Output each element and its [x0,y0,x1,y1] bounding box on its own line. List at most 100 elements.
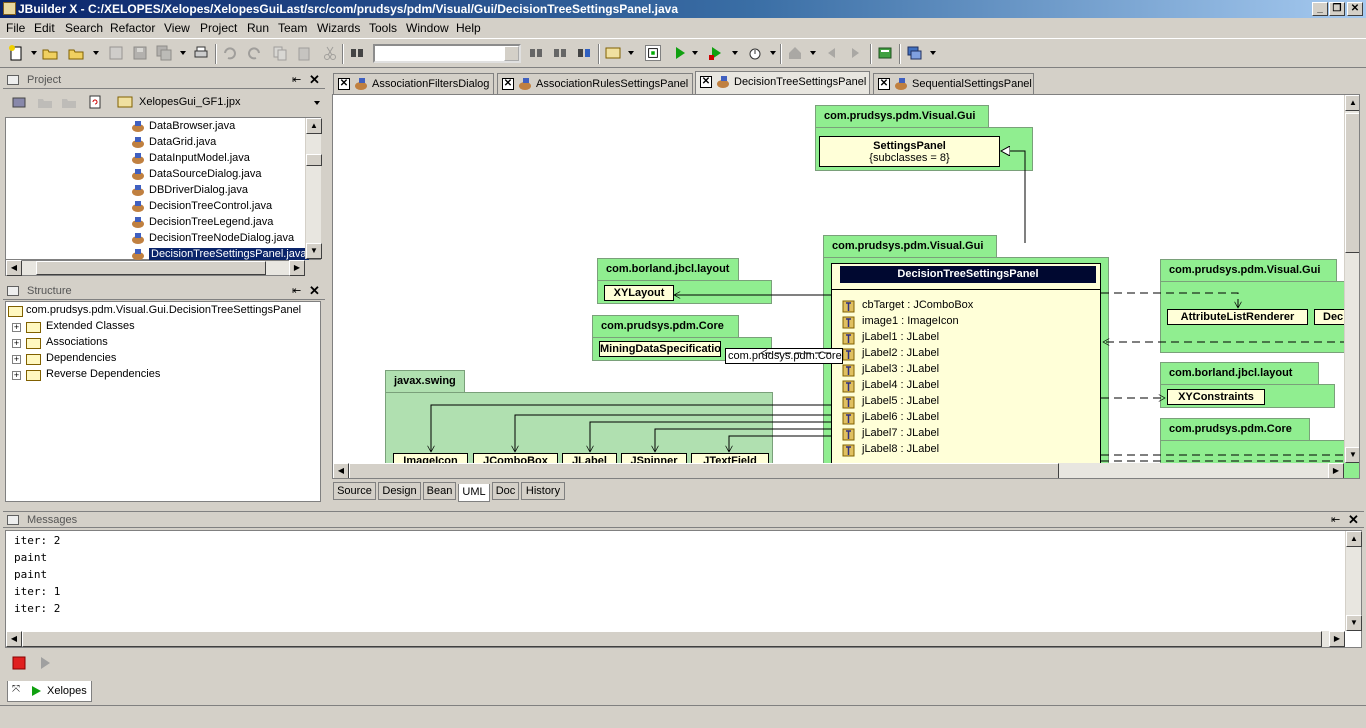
scroll-thumb[interactable] [306,154,322,166]
add-files-icon[interactable] [11,94,27,110]
tab-doc[interactable]: Doc [492,482,519,500]
scroll-down-icon[interactable]: ▼ [1346,615,1362,631]
close-tab-icon[interactable]: ✕ [700,76,712,88]
back-arrow-icon[interactable] [823,45,839,61]
uml-package-swing[interactable]: javax.swing [385,370,465,392]
hscroll-thumb[interactable] [36,261,266,275]
uml-canvas[interactable]: com.prudsys.pdm.Visual.Gui SettingsPanel… [332,94,1360,479]
stop-icon[interactable] [12,656,26,670]
uml-package-gui-main[interactable]: com.prudsys.pdm.Visual.Gui [823,235,997,257]
uml-package-layout-right[interactable]: com.borland.jbcl.layout [1160,362,1319,384]
uml-class-attribute-list-renderer[interactable]: AttributeListRenderer [1167,309,1308,325]
remove-files-icon[interactable] [37,94,53,110]
scroll-left-icon[interactable]: ◀ [6,631,22,647]
run-icon[interactable] [672,45,688,61]
redo-icon[interactable] [246,45,262,61]
find-icon[interactable] [349,45,365,61]
browse-symbol-icon[interactable] [576,45,592,61]
messages-hscrollbar[interactable]: ◀ ▶ [6,631,1345,647]
refresh-icon[interactable] [87,94,103,110]
uml-vscrollbar[interactable]: ▲ ▼ [1344,95,1359,463]
optimize-icon[interactable] [747,45,763,61]
print-icon[interactable] [193,45,209,61]
design-view-icon[interactable] [645,45,661,61]
uml-class-mining-data-specification[interactable]: MiningDataSpecification [599,341,721,357]
close-window-button[interactable]: ✕ [1347,2,1363,16]
copy-icon[interactable] [272,45,288,61]
pin-icon[interactable]: ⇤ [1331,513,1340,526]
cut-icon[interactable] [322,45,338,61]
close-project-icon[interactable] [61,94,77,110]
uml-class-xyconstraints[interactable]: XYConstraints [1167,389,1265,405]
close-tab-icon[interactable]: ✕ [338,78,350,90]
uml-class-settings-panel[interactable]: SettingsPanel {subclasses = 8} [819,136,1000,167]
uml-hscrollbar[interactable]: ◀ ▶ [333,463,1344,478]
open-folder-icon[interactable] [42,45,58,61]
debug-icon[interactable] [708,45,724,61]
menu-search[interactable]: Search [65,21,103,35]
chevron-down-icon[interactable] [504,46,519,61]
menu-view[interactable]: View [164,21,190,35]
forward-arrow-icon[interactable] [848,45,864,61]
menu-tools[interactable]: Tools [369,21,397,35]
menu-run[interactable]: Run [247,21,269,35]
menu-edit[interactable]: Edit [34,21,55,35]
chevron-down-icon[interactable] [314,101,320,105]
scroll-left-icon[interactable]: ◀ [6,260,22,276]
expand-icon[interactable]: + [12,355,21,364]
messages-vscrollbar[interactable]: ▲ ▼ [1345,531,1362,631]
scroll-left-icon[interactable]: ◀ [333,463,349,478]
hscroll-thumb[interactable] [22,631,1322,647]
scroll-up-icon[interactable]: ▲ [306,118,322,134]
scroll-thumb[interactable] [1345,113,1359,253]
close-panel-icon[interactable]: ✕ [1348,512,1359,528]
uml-package-layout-left[interactable]: com.borland.jbcl.layout [597,258,739,280]
close-tab-icon[interactable]: ✕ [502,78,514,90]
open-project-icon[interactable] [68,45,84,61]
hscroll-thumb[interactable] [349,463,1059,478]
tab-decision-tree-settings-panel[interactable]: ✕ DecisionTreeSettingsPanel [695,71,870,94]
search-combo[interactable] [373,44,521,63]
project-selector[interactable]: XelopesGui_GF1.jpx [139,96,241,108]
menu-team[interactable]: Team [278,21,307,35]
paste-icon[interactable] [296,45,312,61]
pin-icon[interactable]: ⤧ [12,684,20,695]
scroll-up-icon[interactable]: ▲ [1346,531,1362,547]
undo-icon[interactable] [222,45,238,61]
uml-class-xylayout[interactable]: XYLayout [604,285,674,301]
pin-icon[interactable]: ⇤ [292,73,301,86]
restore-button[interactable]: ❐ [1329,2,1345,16]
tab-association-rules-settings-panel[interactable]: ✕ AssociationRulesSettingsPanel [497,73,693,94]
tab-sequential-settings-panel[interactable]: ✕ SequentialSettingsPanel [873,73,1034,94]
save-all-icon[interactable] [156,45,172,61]
window-list-icon[interactable] [906,45,922,61]
minimize-button[interactable]: _ [1312,2,1328,16]
menu-project[interactable]: Project [200,21,237,35]
tab-uml[interactable]: UML [458,484,490,502]
rerun-icon[interactable] [38,656,52,670]
close-panel-icon[interactable]: ✕ [309,283,320,299]
tab-bean[interactable]: Bean [423,482,456,500]
project-vscrollbar[interactable]: ▲ ▼ [305,118,322,259]
help-book-icon[interactable] [877,45,893,61]
close-tab-icon[interactable]: ✕ [878,78,890,90]
close-file-icon[interactable] [108,45,124,61]
scroll-up-icon[interactable]: ▲ [1345,95,1359,111]
uml-package-core-left[interactable]: com.prudsys.pdm.Core [592,315,739,337]
menu-window[interactable]: Window [406,21,449,35]
tab-association-filters-dialog[interactable]: ✕ AssociationFiltersDialog [333,73,494,94]
search-next-icon[interactable] [528,45,544,61]
new-file-icon[interactable] [8,45,24,61]
uml-package-gui-top[interactable]: com.prudsys.pdm.Visual.Gui [815,105,989,127]
scroll-right-icon[interactable]: ▶ [1329,631,1345,647]
project-hscrollbar[interactable]: ◀ ▶ [5,260,305,276]
save-icon[interactable] [132,45,148,61]
tab-design[interactable]: Design [378,482,421,500]
scroll-down-icon[interactable]: ▼ [306,243,322,259]
menu-wizards[interactable]: Wizards [317,21,360,35]
tab-run-xelopes[interactable]: ⤧ Xelopes [7,681,92,702]
search-prev-icon[interactable] [552,45,568,61]
scroll-right-icon[interactable]: ▶ [289,260,305,276]
home-icon[interactable] [787,45,803,61]
uml-class-decision-tree-settings-panel[interactable]: DecisionTreeSettingsPanel cbTarget : JCo… [831,263,1101,478]
